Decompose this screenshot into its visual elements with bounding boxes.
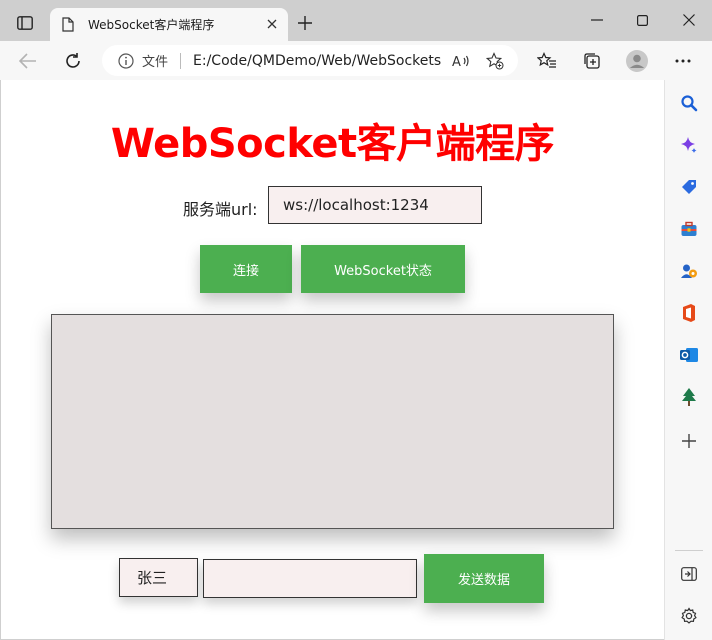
new-tab-icon[interactable] [295, 13, 315, 33]
address-separator [180, 52, 182, 69]
search-icon[interactable] [678, 92, 700, 114]
tab-strip: WebSocket客户端程序 [0, 0, 712, 41]
maximize-icon[interactable] [627, 8, 657, 32]
info-icon[interactable] [118, 52, 134, 69]
browser-toolbar: 文件 E:/Code/QMDemo/Web/WebSocketsExample/… [0, 41, 712, 80]
tab-title: WebSocket客户端程序 [88, 18, 215, 32]
outlook-icon[interactable] [678, 344, 700, 366]
browser-tab[interactable]: WebSocket客户端程序 [50, 8, 288, 41]
office-icon[interactable] [678, 302, 700, 324]
favorites-icon[interactable] [535, 49, 559, 73]
close-window-icon[interactable] [674, 8, 704, 32]
tools-briefcase-icon[interactable] [678, 218, 700, 240]
send-data-button[interactable]: 发送数据 [424, 554, 544, 603]
add-icon[interactable] [678, 430, 700, 452]
page-title: WebSocket客户端程序 [110, 121, 555, 167]
file-label: 文件 [142, 55, 169, 70]
document-icon [62, 16, 78, 34]
hide-sidebar-icon[interactable] [678, 563, 700, 585]
tab-actions-icon[interactable] [12, 11, 38, 35]
close-tab-icon[interactable] [264, 16, 280, 32]
server-url-input[interactable] [268, 186, 482, 224]
svg-text:A: A [452, 55, 461, 69]
url-text[interactable]: E:/Code/QMDemo/Web/WebSocketsExample/htm… [193, 53, 441, 69]
add-favorite-icon[interactable] [486, 52, 504, 70]
settings-gear-icon[interactable] [678, 605, 700, 627]
profile-avatar[interactable] [625, 49, 649, 73]
sidebar-divider [675, 550, 703, 551]
websocket-status-button[interactable]: WebSocket状态 [301, 245, 465, 293]
connect-button[interactable]: 连接 [200, 245, 292, 293]
message-log[interactable] [51, 314, 614, 529]
back-arrow-icon[interactable] [16, 49, 40, 73]
read-aloud-icon[interactable]: A [452, 52, 470, 70]
refresh-icon[interactable] [61, 49, 85, 73]
server-url-label: 服务端url: [183, 200, 258, 219]
edge-sidebar [664, 80, 712, 640]
games-icon[interactable] [678, 260, 700, 282]
minimize-icon[interactable] [582, 8, 612, 32]
message-input[interactable] [203, 559, 417, 598]
page-content: WebSocket客户端程序 服务端url: 连接 WebSocket状态 发送… [1, 80, 664, 639]
more-options-icon[interactable] [671, 49, 695, 73]
address-bar[interactable]: 文件 E:/Code/QMDemo/Web/WebSocketsExample/… [102, 45, 518, 76]
name-input[interactable] [119, 558, 198, 597]
tree-icon[interactable] [678, 386, 700, 408]
collections-icon[interactable] [580, 49, 604, 73]
shopping-tag-icon[interactable] [678, 176, 700, 198]
copilot-sparkle-icon[interactable] [678, 134, 700, 156]
